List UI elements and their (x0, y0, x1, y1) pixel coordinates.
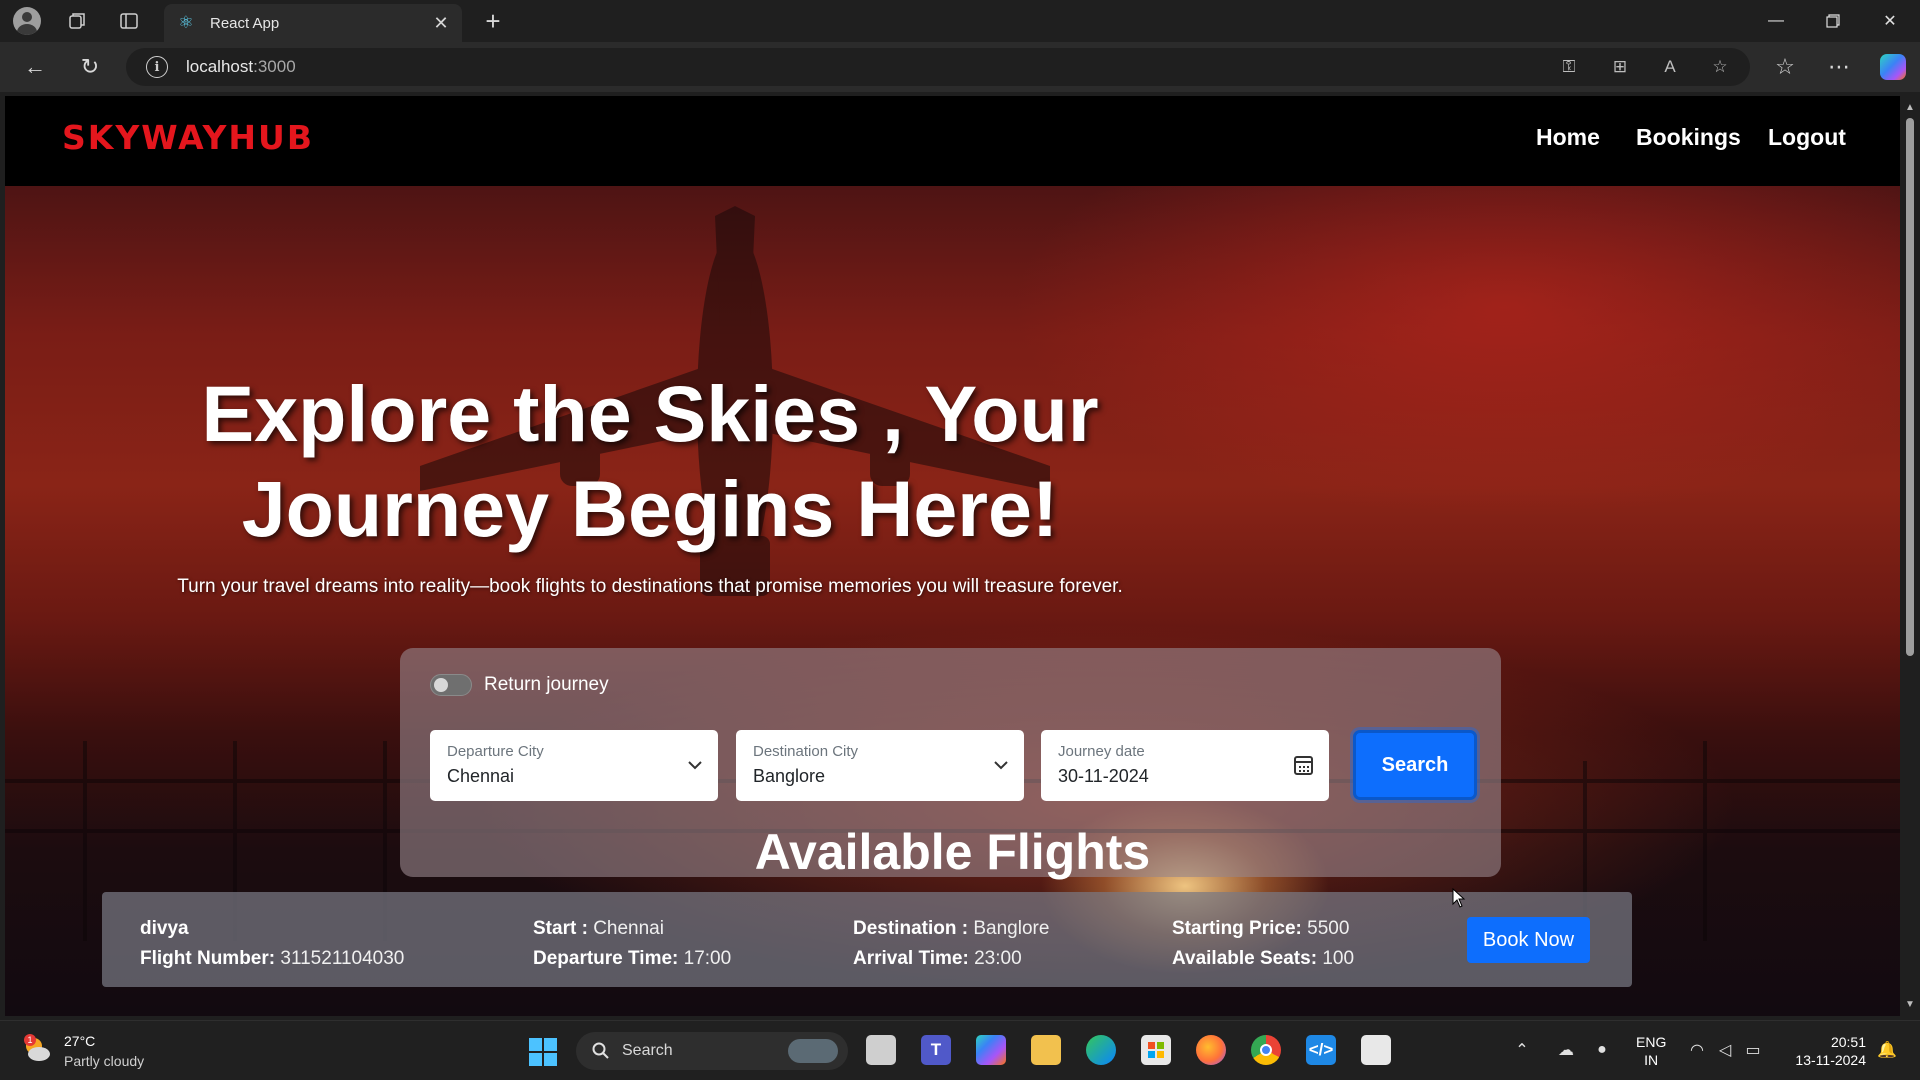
tab-title: React App (210, 14, 280, 32)
arrival-time: 23:00 (974, 948, 1022, 969)
departure-city-value: Chennai (447, 766, 515, 786)
search-button[interactable]: Search (1353, 730, 1477, 800)
destination-city-select[interactable]: Destination City Banglore (736, 730, 1024, 801)
taskbar-search[interactable]: Search (576, 1032, 848, 1070)
browser-tab-bar: ⚛ React App ✕ + — ✕ (0, 0, 1920, 42)
flight-airline-column: divya Flight Number: 311521104030 (140, 918, 405, 969)
close-icon[interactable]: ✕ (430, 12, 452, 34)
address-text[interactable]: localhost:3000 (186, 57, 296, 77)
info-icon[interactable]: i (146, 56, 168, 78)
hero-subtitle: Turn your travel dreams into reality—boo… (177, 576, 1123, 597)
departure-city-label: Departure City (447, 743, 544, 760)
return-journey-label: Return journey (484, 674, 609, 695)
address-bar[interactable]: i localhost:3000 ⚿ ⊞ A ☆ (126, 48, 1750, 86)
minimize-icon[interactable]: — (1753, 6, 1799, 36)
weather-icon[interactable]: 1 (22, 1034, 52, 1064)
workspaces-icon[interactable] (65, 9, 89, 33)
store-icon[interactable] (1141, 1035, 1171, 1065)
copilot-app-icon[interactable] (976, 1035, 1006, 1065)
windows-taskbar: 1 27°C Partly cloudy Search T </> ⌃ ☁ ● … (0, 1020, 1920, 1080)
close-window-icon[interactable]: ✕ (1867, 6, 1913, 36)
start-city: Chennai (593, 918, 664, 939)
firefox-icon[interactable] (1196, 1035, 1226, 1065)
edge-icon[interactable] (1086, 1035, 1116, 1065)
browser-tab[interactable]: ⚛ React App ✕ (164, 4, 462, 42)
chevron-down-icon (994, 761, 1008, 770)
weather-temperature[interactable]: 27°C (64, 1033, 95, 1049)
wifi-icon[interactable]: ◠ (1686, 1039, 1708, 1061)
flight-start-column: Start : Chennai Departure Time: 17:00 (533, 918, 732, 969)
profile-icon[interactable] (13, 7, 41, 35)
starting-price: 5500 (1307, 918, 1350, 939)
plus-icon[interactable]: + (478, 6, 508, 36)
back-icon[interactable]: ← (22, 54, 48, 80)
scroll-down-icon[interactable]: ▼ (1905, 999, 1915, 1010)
favorites-icon[interactable]: ☆ (1772, 54, 1798, 80)
book-now-button[interactable]: Book Now (1467, 917, 1590, 963)
hero-title: Explore the Skies , Your Journey Begins … (201, 369, 1099, 553)
search-highlight-image (788, 1039, 838, 1063)
windows-start-icon[interactable] (529, 1038, 557, 1066)
airline-name: divya (140, 918, 189, 939)
calendar-icon[interactable] (1294, 756, 1313, 775)
departure-time: 17:00 (683, 948, 732, 969)
flight-card: divya Flight Number: 311521104030 Start … (102, 892, 1632, 987)
star-icon[interactable]: ☆ (1709, 56, 1731, 78)
nav-home[interactable]: Home (1536, 124, 1600, 151)
chrome-icon[interactable] (1251, 1035, 1281, 1065)
copilot-icon[interactable] (1880, 54, 1906, 80)
destination-city-value: Banglore (753, 766, 826, 786)
browser-toolbar: ← ↻ i localhost:3000 ⚿ ⊞ A ☆ ☆ ⋯ (0, 42, 1920, 92)
hero-section: Explore the Skies , Your Journey Begins … (5, 186, 1900, 1016)
available-seats: 100 (1322, 948, 1355, 969)
language-indicator[interactable]: ENG IN (1636, 1033, 1666, 1069)
taskbar-search-label: Search (622, 1042, 673, 1059)
vscode-icon[interactable]: </> (1306, 1035, 1336, 1065)
search-icon (592, 1042, 609, 1059)
volume-muted-icon[interactable]: ◁ (1714, 1039, 1736, 1061)
onedrive-icon[interactable]: ☁ (1555, 1039, 1577, 1061)
departure-city-select[interactable]: Departure City Chennai (430, 730, 718, 801)
nav-logout[interactable]: Logout (1768, 124, 1846, 151)
flight-number: 311521104030 (280, 948, 405, 969)
site-logo[interactable]: SKYWAYHUB (62, 118, 314, 157)
refresh-icon[interactable]: ↻ (77, 54, 103, 80)
react-favicon-icon: ⚛ (178, 13, 194, 32)
toggle-switch[interactable] (430, 674, 472, 696)
destination-city: Banglore (973, 918, 1050, 939)
journey-date-label: Journey date (1058, 743, 1145, 760)
flight-price-column: Starting Price: 5500 Available Seats: 10… (1172, 918, 1355, 969)
file-explorer-icon[interactable] (1031, 1035, 1061, 1065)
battery-icon[interactable]: ▭ (1742, 1039, 1764, 1061)
tab-actions-icon[interactable] (117, 9, 141, 33)
apps-icon[interactable]: ⊞ (1609, 56, 1631, 78)
notification-bell-icon[interactable]: 🔔 (1876, 1039, 1898, 1061)
read-aloud-icon[interactable]: A (1659, 56, 1681, 78)
return-journey-toggle[interactable]: Return journey (430, 674, 609, 696)
page-scrollbar[interactable]: ▲ ▼ (1900, 96, 1920, 1016)
mouse-cursor-icon (1452, 888, 1466, 908)
snipping-tool-icon[interactable] (1361, 1035, 1391, 1065)
scroll-up-icon[interactable]: ▲ (1905, 102, 1915, 113)
journey-date-input[interactable]: Journey date 30-11-2024 (1041, 730, 1329, 801)
journey-date-value: 30-11-2024 (1058, 766, 1149, 786)
destination-city-label: Destination City (753, 743, 859, 760)
site-header: SKYWAYHUB Home Bookings Logout (5, 96, 1900, 186)
task-view-icon[interactable] (866, 1035, 896, 1065)
svg-text:1: 1 (27, 1035, 32, 1045)
key-icon[interactable]: ⚿ (1558, 56, 1580, 78)
weather-condition[interactable]: Partly cloudy (64, 1053, 144, 1069)
scrollbar-thumb[interactable] (1906, 118, 1914, 656)
nav-bookings[interactable]: Bookings (1636, 124, 1741, 151)
teams-icon[interactable]: T (921, 1035, 951, 1065)
chevron-down-icon (688, 761, 702, 770)
mic-icon[interactable]: ● (1591, 1039, 1613, 1061)
more-icon[interactable]: ⋯ (1826, 54, 1852, 80)
restore-icon[interactable] (1810, 6, 1856, 36)
available-flights-heading: Available Flights (754, 824, 1151, 880)
taskbar-clock[interactable]: 20:51 13-11-2024 (1786, 1033, 1866, 1069)
page-viewport: SKYWAYHUB Home Bookings Logout Explore t… (5, 96, 1900, 1016)
flight-destination-column: Destination : Banglore Arrival Time: 23:… (853, 918, 1050, 969)
chevron-up-icon[interactable]: ⌃ (1511, 1039, 1533, 1061)
